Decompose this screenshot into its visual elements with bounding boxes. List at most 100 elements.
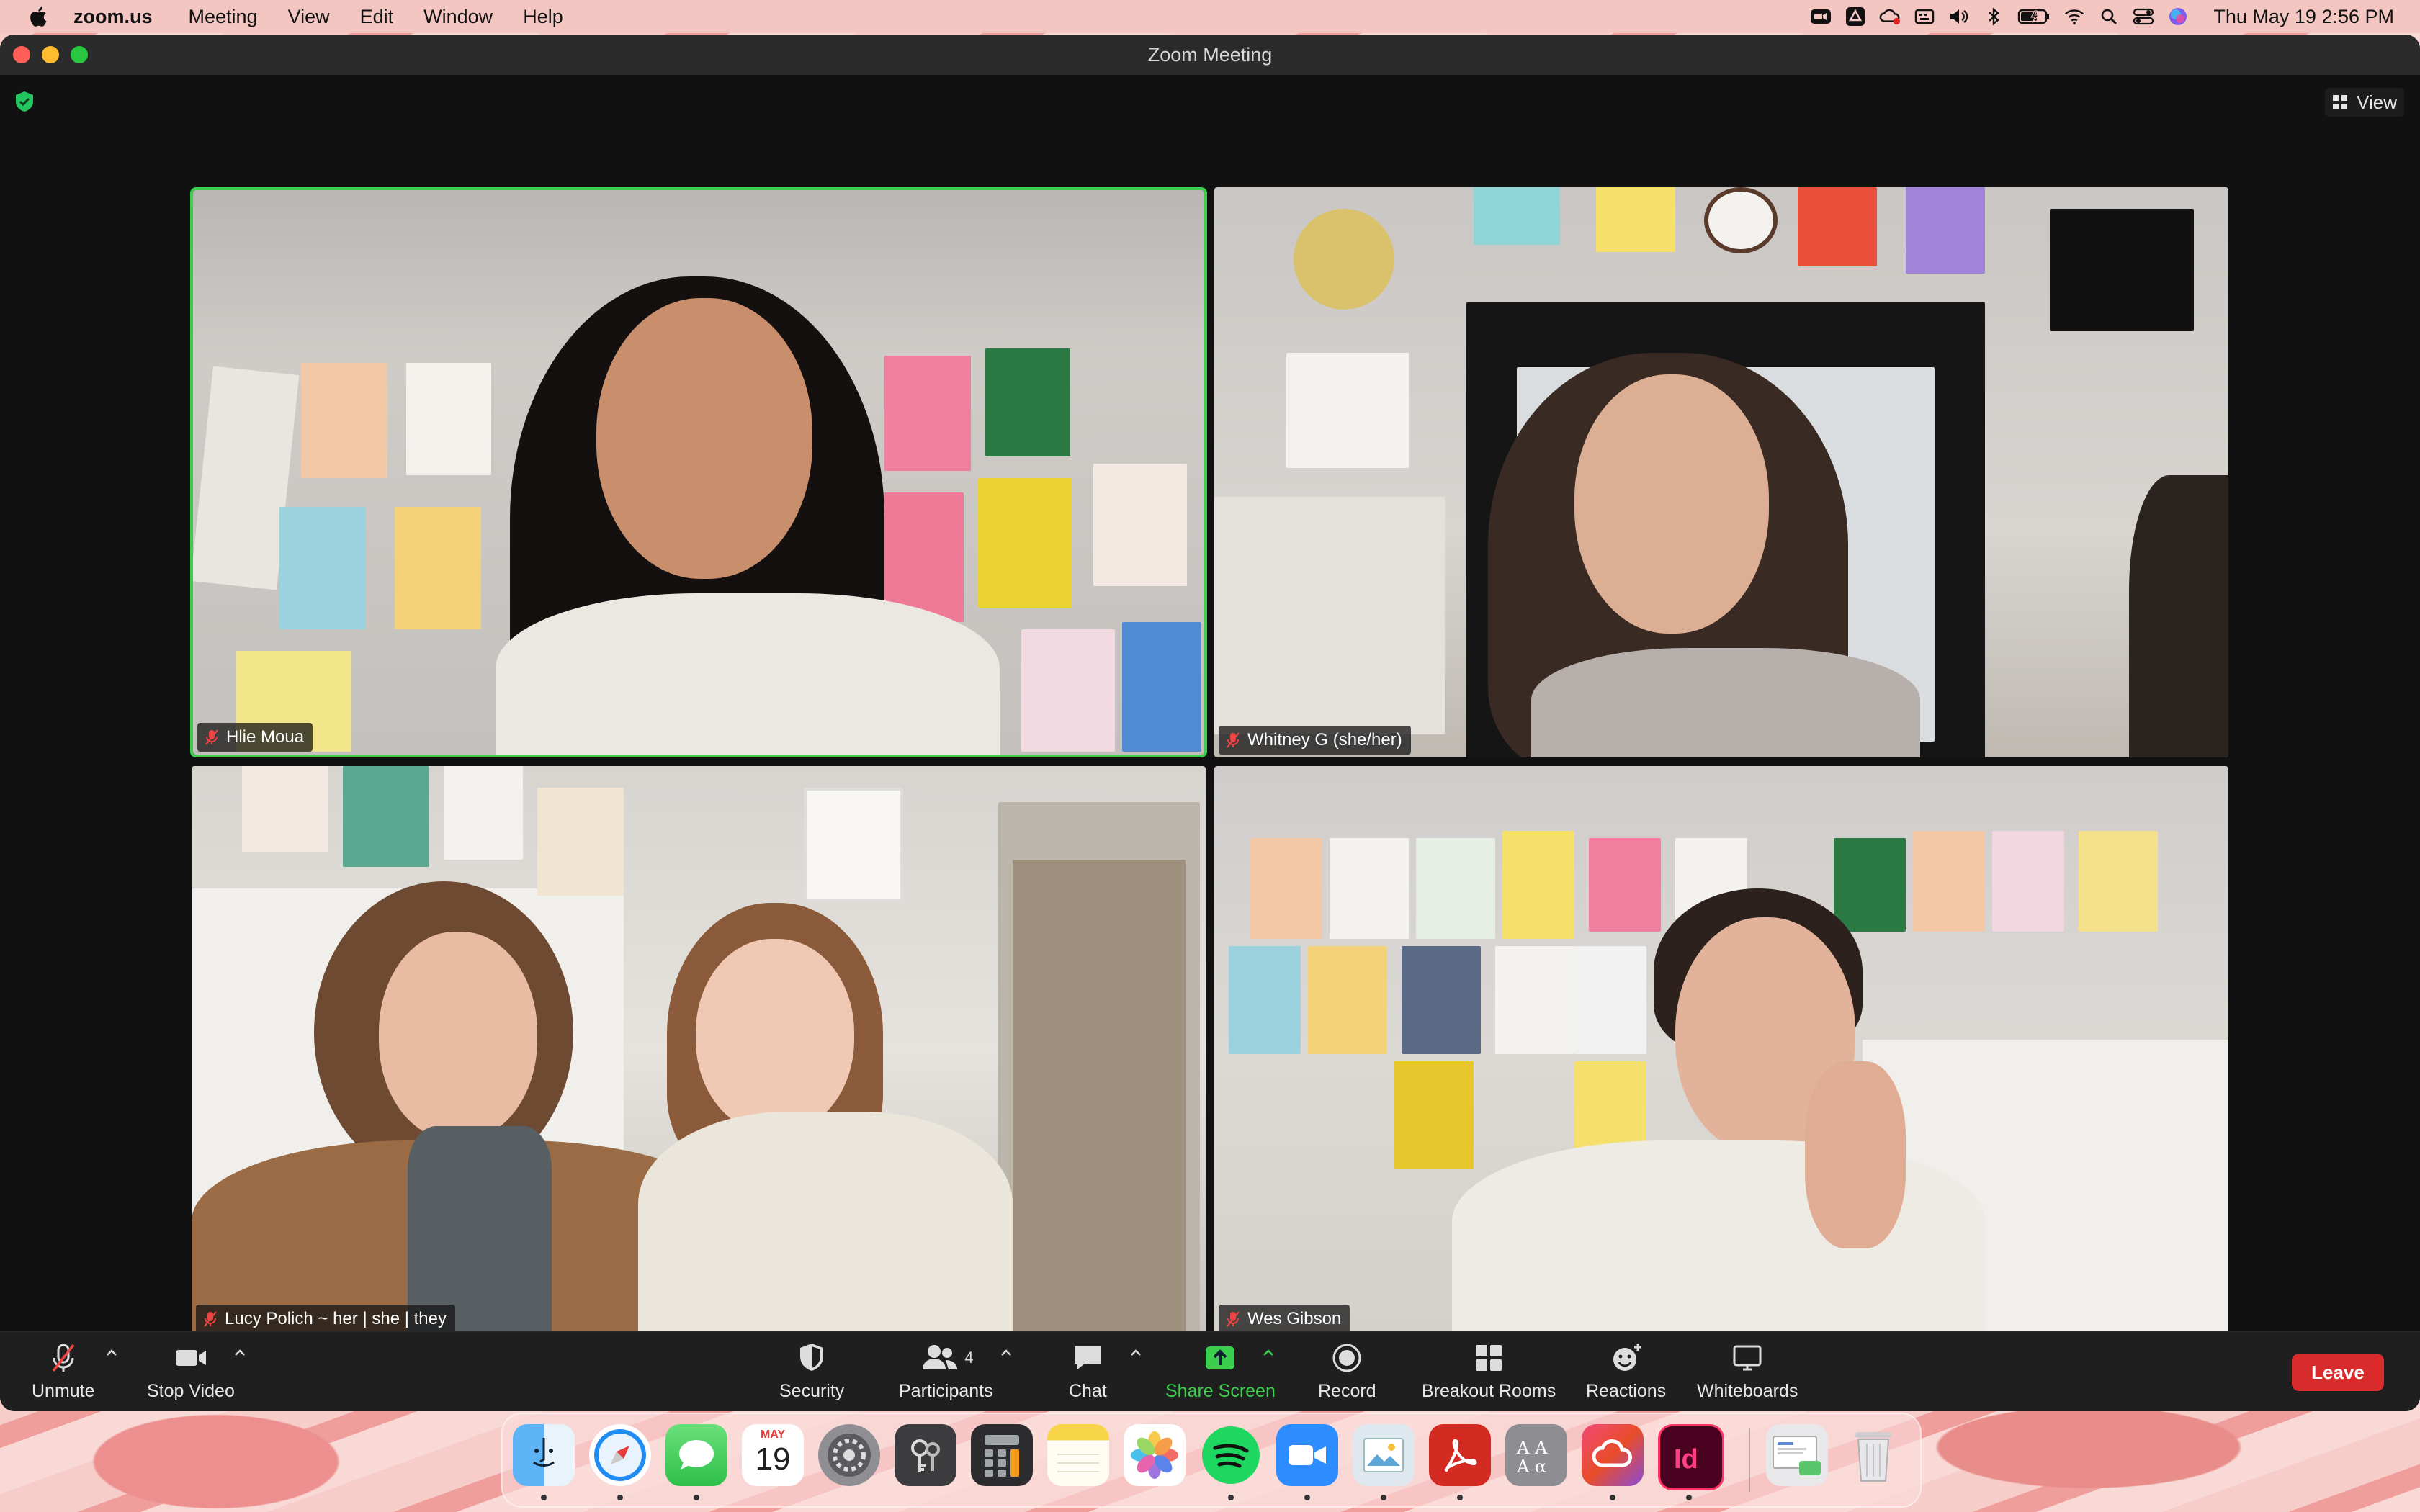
menu-help[interactable]: Help — [523, 6, 563, 28]
record-button[interactable]: Record — [1318, 1341, 1376, 1405]
shelf — [1214, 497, 1445, 734]
share-options-caret[interactable] — [1262, 1348, 1275, 1358]
video-tile-lucy-polich[interactable]: Lucy Polich ~ her | she | they — [192, 766, 1206, 1336]
grid-view-icon — [2333, 95, 2348, 109]
encryption-shield-icon[interactable] — [14, 91, 35, 112]
keychain-icon[interactable] — [895, 1424, 956, 1486]
menu-edit[interactable]: Edit — [360, 6, 394, 28]
control-center-icon[interactable] — [2133, 6, 2154, 27]
chat-label: Chat — [1069, 1381, 1107, 1401]
wall-poster — [1093, 464, 1187, 586]
wifi-icon[interactable] — [2063, 6, 2085, 27]
macos-dock: MAY 19 A AA α Id — [501, 1413, 1922, 1508]
breakout-rooms-button[interactable]: Breakout Rooms — [1422, 1341, 1556, 1405]
unmute-button[interactable]: Unmute — [32, 1341, 95, 1405]
menu-window[interactable]: Window — [424, 6, 493, 28]
running-indicator — [694, 1495, 699, 1500]
finder-icon[interactable] — [513, 1424, 575, 1486]
battery-icon[interactable] — [2017, 6, 2051, 27]
bluetooth-icon[interactable] — [1983, 6, 2004, 27]
participant-name: Lucy Polich ~ her | she | they — [225, 1309, 447, 1328]
chat-options-caret[interactable] — [1129, 1348, 1142, 1358]
record-icon — [1332, 1344, 1361, 1372]
safari-icon[interactable] — [589, 1424, 651, 1486]
system-preferences-icon[interactable] — [818, 1424, 880, 1486]
notes-icon[interactable] — [1047, 1424, 1109, 1486]
chat-button[interactable]: Chat — [1069, 1341, 1107, 1405]
muted-mic-icon — [1227, 1311, 1240, 1327]
participants-button[interactable]: 4 Participants — [899, 1341, 993, 1405]
wall-poster — [884, 356, 971, 471]
participants-options-caret[interactable] — [1000, 1348, 1013, 1358]
wall-poster — [1416, 838, 1495, 939]
creative-cloud-status-icon[interactable] — [1879, 6, 1901, 27]
view-button[interactable]: View — [2325, 88, 2404, 117]
participant-face — [596, 298, 812, 579]
trash-icon[interactable] — [1842, 1424, 1904, 1486]
acrobat-icon[interactable] — [1429, 1424, 1491, 1486]
security-button[interactable]: Security — [779, 1341, 844, 1405]
participant-name: Whitney G (she/her) — [1247, 730, 1402, 750]
wall-poster — [1992, 831, 2064, 932]
reactions-button[interactable]: Reactions — [1586, 1341, 1666, 1405]
wall-art — [804, 788, 903, 901]
running-indicator — [617, 1495, 623, 1500]
participant-name-tag: Whitney G (she/her) — [1219, 726, 1411, 755]
volume-icon[interactable] — [1948, 6, 1970, 27]
keyboard-status-icon[interactable] — [1914, 6, 1935, 27]
wall-poster — [279, 507, 366, 629]
apple-icon[interactable] — [26, 4, 52, 30]
share-screen-label: Share Screen — [1165, 1381, 1276, 1401]
video-tile-whitney-g[interactable]: Whitney G (she/her) — [1214, 187, 2228, 757]
muted-mic-icon — [204, 1311, 217, 1327]
participants-label: Participants — [899, 1381, 993, 1401]
share-screen-button[interactable]: Share Screen — [1165, 1341, 1276, 1405]
calendar-icon[interactable]: MAY 19 — [742, 1424, 804, 1486]
drive-status-icon[interactable] — [1845, 6, 1866, 27]
wall-poster — [301, 363, 387, 478]
video-options-caret[interactable] — [233, 1348, 246, 1358]
indesign-icon[interactable]: Id — [1658, 1424, 1724, 1490]
spotlight-search-icon[interactable] — [2098, 6, 2120, 27]
creative-cloud-icon[interactable] — [1582, 1424, 1644, 1486]
wall-poster — [1122, 622, 1201, 752]
audio-options-caret[interactable] — [105, 1348, 118, 1358]
running-indicator — [1381, 1495, 1386, 1500]
zoom-icon[interactable] — [1276, 1424, 1338, 1486]
menu-app-name[interactable]: zoom.us — [73, 6, 153, 28]
wall-poster — [1495, 946, 1574, 1054]
wall-clock — [1704, 187, 1778, 253]
font-book-icon[interactable]: A AA α — [1505, 1424, 1567, 1486]
stop-video-button[interactable]: Stop Video — [147, 1341, 235, 1405]
calculator-icon[interactable] — [971, 1424, 1033, 1486]
svg-text:A α: A α — [1516, 1457, 1546, 1477]
share-screen-icon — [1206, 1346, 1235, 1369]
photos-icon[interactable] — [1124, 1424, 1186, 1486]
screenshot-icon[interactable] — [1766, 1424, 1828, 1486]
video-camera-icon — [175, 1350, 206, 1366]
leave-meeting-button[interactable]: Leave — [2292, 1354, 2384, 1391]
security-label: Security — [779, 1381, 845, 1401]
messages-icon[interactable] — [666, 1424, 727, 1486]
menu-bar-clock[interactable]: Thu May 19 2:56 PM — [2213, 6, 2394, 28]
wall-poster — [444, 766, 523, 860]
muted-mic-icon — [205, 729, 218, 745]
wall-poster — [1229, 946, 1301, 1054]
menu-meeting[interactable]: Meeting — [189, 6, 258, 28]
hallway — [1013, 860, 1186, 1335]
running-indicator — [1610, 1495, 1615, 1500]
participant-face-left — [379, 932, 537, 1140]
siri-icon[interactable] — [2167, 6, 2189, 27]
svg-text:Id: Id — [1674, 1444, 1698, 1475]
whiteboards-button[interactable]: Whiteboards — [1697, 1341, 1798, 1405]
zoom-status-icon[interactable] — [1810, 6, 1832, 27]
calendar-month: MAY — [760, 1428, 786, 1441]
menu-view[interactable]: View — [288, 6, 330, 28]
wall-art — [2050, 209, 2194, 331]
spotify-icon[interactable] — [1200, 1424, 1262, 1486]
video-tile-hlie-moua[interactable]: Hlie Moua — [193, 190, 1204, 755]
reactions-label: Reactions — [1586, 1381, 1667, 1401]
video-tile-wes-gibson[interactable]: Wes Gibson — [1214, 766, 2228, 1336]
participant-count: 4 — [964, 1349, 974, 1367]
preview-icon[interactable] — [1353, 1424, 1415, 1486]
